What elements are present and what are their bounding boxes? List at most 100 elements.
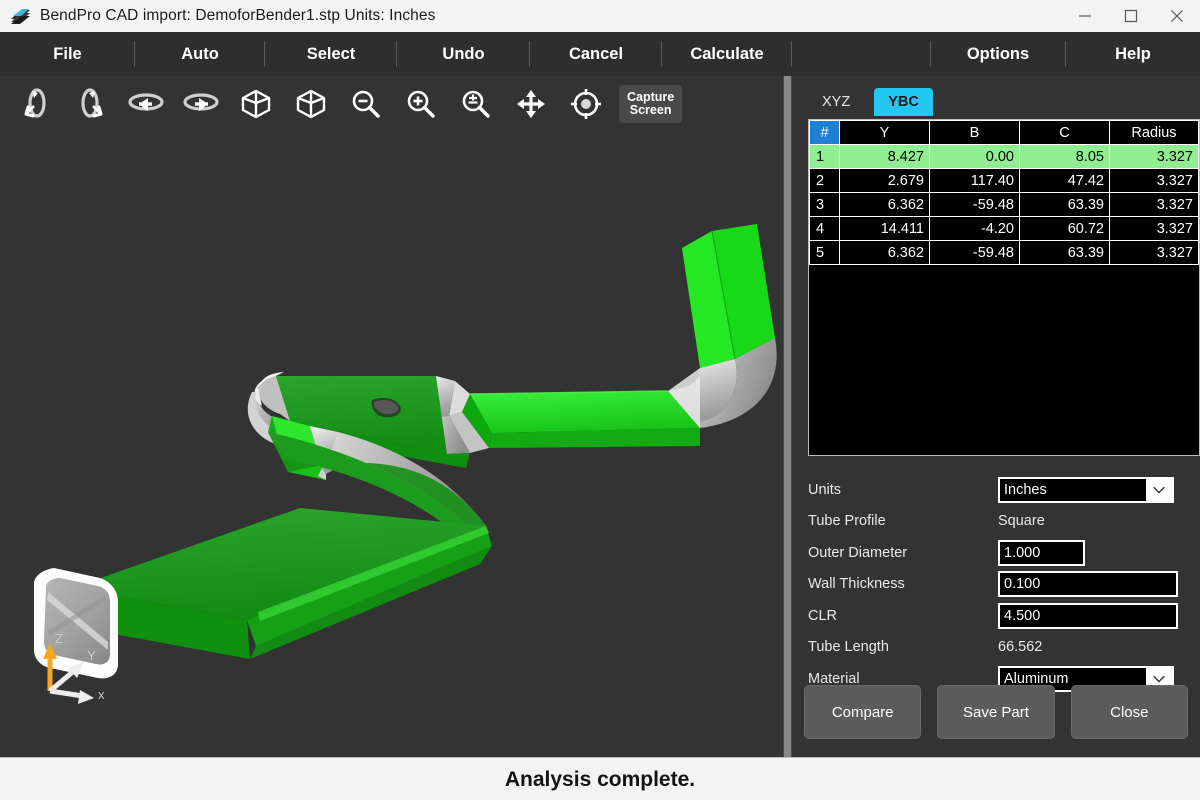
cell-y: 6.362 (839, 240, 930, 265)
row-outer-diameter: Outer Diameter 1.000 (808, 537, 1200, 569)
cell-b: -59.48 (929, 192, 1020, 217)
cell-c: 47.42 (1019, 168, 1110, 193)
outer-diameter-input[interactable]: 1.000 (998, 539, 1085, 566)
bend-data-table[interactable]: # Y B C Radius 1 8.427 0.00 8.05 3.327 2… (808, 119, 1200, 456)
menu-options-label: Options (966, 44, 1030, 63)
units-value: Inches (1004, 481, 1047, 498)
menu-select-label: Select (306, 44, 356, 63)
window-title: BendPro CAD import: DemoforBender1.stp U… (40, 7, 436, 24)
wall-thickness-label: Wall Thickness (808, 576, 905, 593)
menu-calculate[interactable]: Calculate (662, 32, 792, 76)
cell-b: -4.20 (929, 216, 1020, 241)
panel-splitter[interactable] (783, 76, 792, 757)
right-panel: XYZ YBC # Y B C Radius 1 8.427 0.00 8.05… (792, 76, 1200, 757)
menu-calculate-label: Calculate (690, 44, 764, 63)
status-message: Analysis complete. (504, 767, 696, 791)
rotate-vertical-ccw-icon[interactable] (8, 81, 63, 127)
menu-select[interactable]: Select (265, 32, 397, 76)
units-label: Units (808, 481, 842, 498)
menu-cancel-label: Cancel (568, 44, 624, 63)
table-header-row: # Y B C Radius (809, 120, 1199, 145)
cell-index: 3 (809, 192, 840, 217)
menu-bar: File Auto Select Undo Cancel Calculate O… (0, 32, 1200, 76)
table-row[interactable]: 5 6.362 -59.48 63.39 3.327 (809, 240, 1199, 265)
row-units: Units Inches (808, 474, 1200, 506)
column-header-c[interactable]: C (1019, 120, 1110, 145)
cell-b: -59.48 (929, 240, 1020, 265)
cell-radius: 3.327 (1109, 168, 1199, 193)
units-select[interactable]: Inches (998, 476, 1174, 503)
bendpro-window: BendPro CAD import: DemoforBender1.stp U… (0, 0, 1200, 800)
table-row[interactable]: 2 2.679 117.40 47.42 3.327 (809, 168, 1199, 193)
center-target-icon[interactable] (558, 81, 613, 127)
title-bar: BendPro CAD import: DemoforBender1.stp U… (0, 0, 1200, 33)
capture-screen-line1: Capture (627, 89, 675, 104)
cell-radius: 3.327 (1109, 144, 1199, 169)
gizmo-x-label: x (98, 687, 105, 702)
rotate-vertical-cw-icon[interactable] (63, 81, 118, 127)
view-cube-2-icon[interactable] (283, 81, 338, 127)
cell-index: 1 (809, 144, 840, 169)
menu-undo-label: Undo (442, 44, 485, 63)
column-header-radius[interactable]: Radius (1109, 120, 1199, 145)
zoom-fit-icon[interactable] (448, 81, 503, 127)
cell-index: 4 (809, 216, 840, 241)
tube-length-value: 66.562 (998, 639, 1043, 656)
tab-xyz[interactable]: XYZ (808, 88, 864, 116)
tab-ybc[interactable]: YBC (874, 88, 933, 116)
table-row[interactable]: 1 8.427 0.00 8.05 3.327 (809, 144, 1199, 169)
outer-diameter-label: Outer Diameter (808, 544, 908, 561)
capture-screen-button[interactable]: Capture Screen (619, 85, 683, 123)
action-button-row: Compare Save Part Close (804, 685, 1188, 739)
cell-c: 63.39 (1019, 240, 1110, 265)
clr-input[interactable]: 4.500 (998, 602, 1178, 629)
maximize-button[interactable] (1108, 0, 1154, 32)
close-button[interactable] (1154, 0, 1200, 32)
menu-help[interactable]: Help (1066, 32, 1200, 76)
menu-file[interactable]: File (0, 32, 135, 76)
status-bar: Analysis complete. (0, 757, 1200, 800)
tube-properties-form: Units Inches Tube Profile Square Outer D… (808, 474, 1200, 695)
zoom-in-icon[interactable] (393, 81, 448, 127)
table-row[interactable]: 4 14.411 -4.20 60.72 3.327 (809, 216, 1199, 241)
row-tube-profile: Tube Profile Square (808, 506, 1200, 538)
tube-profile-label: Tube Profile (808, 513, 886, 530)
menu-help-label: Help (1115, 44, 1151, 63)
gizmo-z-label: Z (55, 631, 63, 646)
viewport-toolbar: Capture Screen (0, 76, 783, 132)
tube-profile-value: Square (998, 513, 1045, 530)
view-cube-1-icon[interactable] (228, 81, 283, 127)
cell-c: 63.39 (1019, 192, 1110, 217)
minimize-button[interactable] (1062, 0, 1108, 32)
column-header-b[interactable]: B (929, 120, 1020, 145)
menu-cancel[interactable]: Cancel (530, 32, 662, 76)
menu-undo[interactable]: Undo (397, 32, 530, 76)
tab-xyz-label: XYZ (822, 94, 851, 110)
cell-y: 14.411 (839, 216, 930, 241)
row-tube-length: Tube Length 66.562 (808, 632, 1200, 664)
compare-button[interactable]: Compare (804, 685, 922, 739)
tab-ybc-label: YBC (888, 94, 919, 110)
cell-y: 2.679 (839, 168, 930, 193)
cell-radius: 3.327 (1109, 240, 1199, 265)
model-viewport[interactable]: Capture Screen Z Y x (0, 76, 783, 757)
pan-icon[interactable] (503, 81, 558, 127)
bend-table: # Y B C Radius 1 8.427 0.00 8.05 3.327 2… (809, 120, 1199, 265)
clr-label: CLR (808, 607, 838, 624)
table-row[interactable]: 3 6.362 -59.48 63.39 3.327 (809, 192, 1199, 217)
column-header-y[interactable]: Y (839, 120, 930, 145)
cell-b: 117.40 (929, 168, 1020, 193)
close-panel-button[interactable]: Close (1070, 685, 1188, 739)
menu-file-label: File (53, 44, 82, 63)
save-part-button[interactable]: Save Part (937, 685, 1055, 739)
coordinate-mode-tabs: XYZ YBC (808, 86, 933, 116)
rotate-horizontal-left-icon[interactable] (118, 81, 173, 127)
chevron-down-icon (1146, 478, 1172, 501)
menu-options[interactable]: Options (930, 32, 1066, 76)
wall-thickness-input[interactable]: 0.100 (998, 571, 1178, 598)
column-header-index[interactable]: # (809, 120, 840, 145)
zoom-out-icon[interactable] (338, 81, 393, 127)
rotate-horizontal-right-icon[interactable] (173, 81, 228, 127)
menu-auto[interactable]: Auto (135, 32, 265, 76)
cell-y: 8.427 (839, 144, 930, 169)
